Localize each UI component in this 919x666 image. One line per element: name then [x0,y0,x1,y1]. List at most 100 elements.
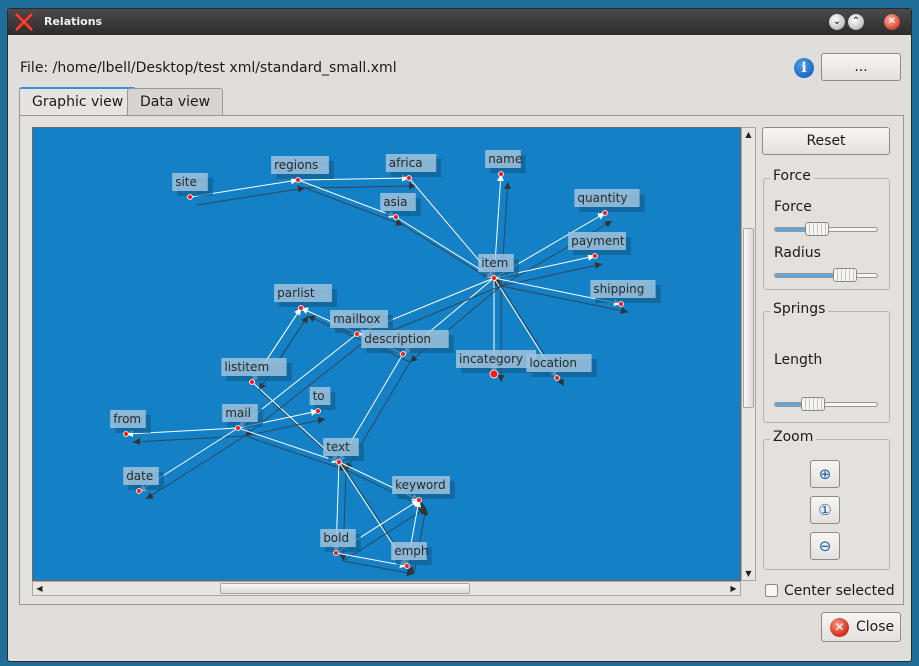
center-selected-checkbox[interactable] [765,584,778,597]
graph-node-label: mailbox [333,312,380,326]
tab-graphic-view[interactable]: Graphic view [19,87,137,116]
springs-group: Springs Length [763,301,890,423]
file-path: /home/lbell/Desktop/test xml/standard_sm… [52,60,397,76]
reset-button[interactable]: Reset [762,127,890,155]
close-button[interactable]: ✕ Close [821,612,901,642]
graph-edge-shadow [244,341,365,437]
maximize-icon: ⌃ [851,16,861,27]
zoom-in-icon: ⊕ [818,465,832,483]
graph-node-text[interactable]: text [323,438,364,465]
vertical-scroll-thumb[interactable] [743,228,754,408]
zoom-reset-button[interactable]: ① [810,496,840,524]
window-title: Relations [44,15,103,28]
graph-node-label: parlist [277,286,315,300]
graph-node-label: date [126,469,153,483]
relations-graph[interactable]: site regions africa asia name quantity payment… [32,127,741,581]
app-x-icon [14,12,34,32]
zoom-reset-icon: ① [818,501,832,519]
scroll-right-icon[interactable]: ▶ [727,582,740,595]
graph-node-label: africa [389,156,423,170]
horizontal-scrollbar[interactable]: ◀ ▶ [32,581,741,596]
close-circle-icon: ✕ [830,618,849,637]
zoom-out-icon: ⊖ [818,537,832,555]
relations-window: Relations ⌄ ⌃ ✕ File: /home/lbell/Deskto… [7,8,912,662]
graph-node-label: shipping [593,282,644,296]
vertical-scrollbar[interactable]: ▲ ▼ [741,127,756,581]
scroll-up-icon[interactable]: ▲ [742,128,755,141]
graph-node-parlist[interactable]: parlist [274,284,337,311]
info-icon[interactable]: i [794,58,814,78]
graph-node-name[interactable]: name [485,150,526,177]
length-slider[interactable] [774,397,878,411]
graph-node-site[interactable]: site [172,173,213,200]
scroll-left-icon[interactable]: ◀ [33,582,46,595]
graph-node-label: to [313,389,325,403]
graph-node-label: text [326,440,350,454]
force-slider[interactable] [774,222,878,236]
maximize-button[interactable]: ⌃ [848,14,864,30]
center-selected-label[interactable]: Center selected [784,583,895,599]
tab-data-view[interactable]: Data view [127,88,224,115]
graph-node-shipping[interactable]: shipping [590,280,661,307]
graph-node-location[interactable]: location [526,354,597,381]
graph-node-keyword[interactable]: keyword [392,476,455,503]
graph-node-label: regions [274,158,318,172]
title-bar[interactable]: Relations ⌄ ⌃ ✕ [8,9,911,35]
zoom-group-title: Zoom [770,429,817,445]
close-button-label: Close [856,619,895,635]
radius-label: Radius [774,245,821,261]
browse-button[interactable]: ... [821,53,901,81]
scroll-down-icon[interactable]: ▼ [742,567,755,580]
graph-node-item[interactable]: item [478,254,519,281]
graph-node-quantity[interactable]: quantity [574,189,645,216]
graph-node-mail[interactable]: mail [222,404,263,431]
force-group-title: Force [770,168,814,184]
length-label: Length [774,352,823,368]
force-slider-handle[interactable] [804,222,829,236]
force-label: Force [774,199,812,215]
zoom-in-button[interactable]: ⊕ [810,460,840,488]
graph-node-from[interactable]: from [110,410,151,437]
springs-group-title: Springs [770,301,829,317]
graph-node-label: description [364,332,431,346]
graph-node-label: asia [383,195,407,209]
graph-node-label: quantity [577,191,627,205]
graph-node-label: listitem [224,360,269,374]
graph-node-label: mail [225,406,251,420]
graph-node-label: incategory [459,352,523,366]
graph-node-listitem[interactable]: listitem [221,358,292,385]
graph-node-label: payment [571,234,625,248]
graph-node-date[interactable]: date [123,467,164,494]
close-icon: ✕ [887,16,897,27]
radius-slider-handle[interactable] [833,268,858,282]
graph-node-bold[interactable]: bold [320,529,361,556]
minimize-button[interactable]: ⌄ [829,14,845,30]
graph-node-label: item [481,256,508,270]
graph-node-africa[interactable]: africa [385,154,442,181]
graph-node-label: bold [323,531,349,545]
file-path-line: File: /home/lbell/Desktop/test xml/stand… [20,60,397,76]
horizontal-scroll-thumb[interactable] [220,583,470,594]
graph-node-label: keyword [395,478,446,492]
graph-node-label: from [113,412,141,426]
graph-node-asia[interactable]: asia [380,193,421,220]
graph-canvas[interactable]: site regions africa asia name quantity payment… [33,128,741,581]
graph-node-label: location [529,356,577,370]
radius-slider[interactable] [774,268,878,282]
graph-edge-shadow [132,435,246,446]
graph-node-payment[interactable]: payment [568,232,631,259]
graph-node-description[interactable]: description [361,330,454,357]
graph-node-to[interactable]: to [309,387,336,414]
graph-node-regions[interactable]: regions [271,156,334,183]
minimize-icon: ⌄ [832,16,842,27]
graph-node-label: emph [394,544,428,558]
length-slider-handle[interactable] [800,397,825,411]
zoom-group: Zoom ⊕ ① ⊖ [763,429,890,570]
zoom-out-button[interactable]: ⊖ [810,532,840,560]
graph-node-emph[interactable]: emph [391,542,432,569]
graph-node-label: name [488,152,522,166]
graph-edge-shadow [196,185,306,206]
window-close-button[interactable]: ✕ [884,14,900,30]
force-group: Force Force Radius [763,168,890,290]
graphic-view-panel: site regions africa asia name quantity payment… [19,115,904,605]
